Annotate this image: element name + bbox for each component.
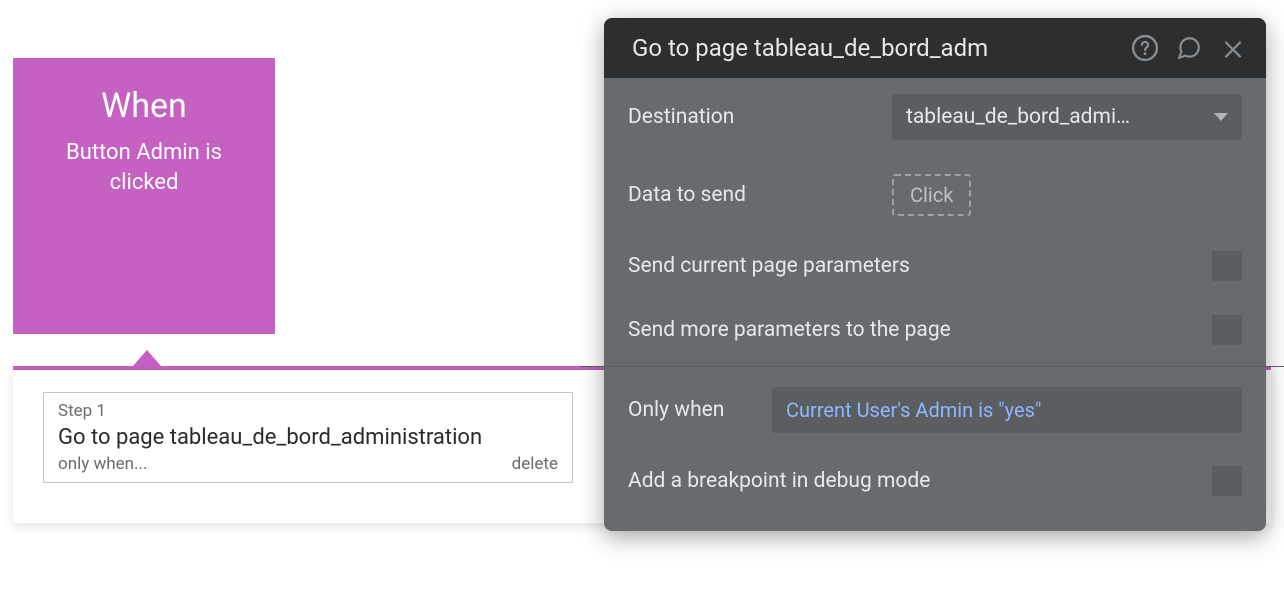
- destination-value: tableau_de_bord_admi…: [906, 105, 1130, 129]
- help-icon[interactable]: [1132, 35, 1158, 61]
- when-title: When: [13, 86, 275, 126]
- data-to-send-input[interactable]: Click: [892, 174, 971, 216]
- send-current-params-checkbox[interactable]: [1212, 251, 1242, 281]
- data-to-send-placeholder: Click: [910, 183, 953, 207]
- breakpoint-checkbox[interactable]: [1212, 466, 1242, 496]
- send-more-params-checkbox[interactable]: [1212, 315, 1242, 345]
- panel-divider: [580, 366, 1284, 367]
- comment-icon[interactable]: [1176, 35, 1202, 61]
- step-action-title: Go to page tableau_de_bord_administratio…: [58, 425, 558, 450]
- panel-title: Go to page tableau_de_bord_adm: [632, 34, 988, 62]
- send-more-params-row: Send more parameters to the page: [628, 298, 1242, 362]
- only-when-expression: Current User's Admin is "yes": [786, 398, 1041, 422]
- action-property-panel: Go to page tableau_de_bord_adm Destinati…: [604, 18, 1266, 531]
- when-description: Button Admin is clicked: [13, 138, 275, 197]
- breakpoint-row: Add a breakpoint in debug mode: [628, 449, 1242, 513]
- data-to-send-row: Data to send Click: [628, 156, 1242, 234]
- send-current-params-row: Send current page parameters: [628, 234, 1242, 298]
- send-current-params-label: Send current page parameters: [628, 254, 1196, 278]
- step-number-label: Step 1: [58, 401, 558, 421]
- only-when-row: Only when Current User's Admin is "yes": [628, 371, 1242, 449]
- chevron-down-icon: [1214, 113, 1228, 121]
- close-icon[interactable]: [1220, 35, 1246, 61]
- breakpoint-label: Add a breakpoint in debug mode: [628, 469, 1196, 493]
- step-only-when-link[interactable]: only when...: [58, 454, 147, 474]
- panel-header[interactable]: Go to page tableau_de_bord_adm: [604, 18, 1266, 78]
- when-event-block[interactable]: When Button Admin is clicked: [13, 58, 275, 334]
- data-to-send-label: Data to send: [628, 183, 876, 207]
- send-more-params-label: Send more parameters to the page: [628, 318, 1196, 342]
- destination-label: Destination: [628, 105, 876, 129]
- only-when-label: Only when: [628, 398, 756, 422]
- connector-arrow-icon: [133, 350, 161, 366]
- destination-row: Destination tableau_de_bord_admi…: [628, 78, 1242, 156]
- only-when-expression-input[interactable]: Current User's Admin is "yes": [772, 387, 1242, 433]
- workflow-step-card[interactable]: Step 1 Go to page tableau_de_bord_admini…: [43, 392, 573, 483]
- step-delete-link[interactable]: delete: [512, 454, 558, 474]
- destination-dropdown[interactable]: tableau_de_bord_admi…: [892, 94, 1242, 140]
